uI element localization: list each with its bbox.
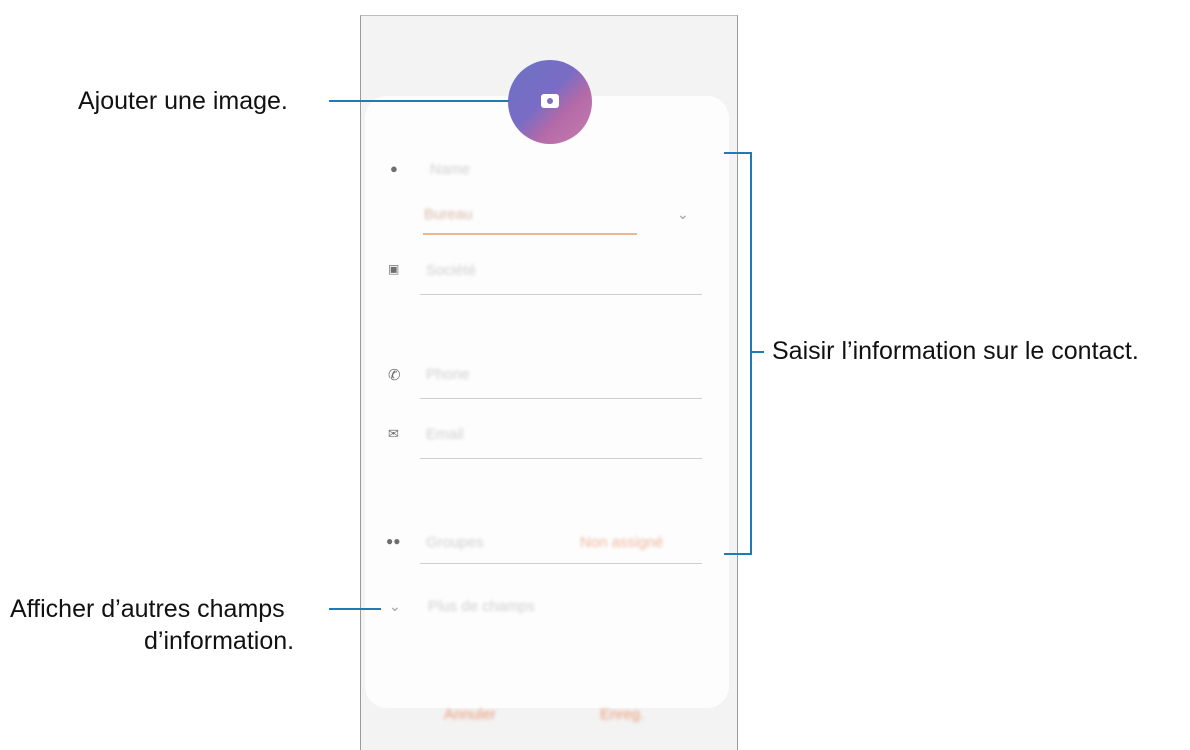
company-field[interactable]: Société [426, 262, 476, 279]
company-field-underline [420, 294, 702, 295]
add-image-button[interactable] [508, 60, 592, 144]
chevron-down-icon[interactable]: ⌄ [677, 206, 689, 223]
storage-select-value[interactable]: Bureau [424, 206, 472, 223]
bracket-vertical [750, 152, 752, 555]
callout-more-fields-line1: Afficher d’autres champs [10, 595, 285, 623]
callout-more-fields-line2: d’information. [144, 627, 295, 655]
email-icon: ✉ [388, 426, 399, 441]
bracket-bottom [724, 553, 752, 555]
email-field-underline [420, 458, 702, 459]
cancel-button[interactable]: Annuler [444, 706, 496, 723]
email-field[interactable]: Email [426, 426, 464, 443]
callout-more-fields-line [329, 608, 381, 610]
phone-icon: ✆ [388, 367, 401, 384]
callout-contact-info: Saisir l’information sur le contact. [772, 337, 1139, 365]
callout-add-image: Ajouter une image. [78, 87, 288, 115]
phone-field[interactable]: Phone [426, 366, 469, 383]
bracket-top [724, 152, 752, 154]
phone-field-underline [420, 398, 702, 399]
callout-add-image-line [329, 100, 509, 102]
name-field-underline [423, 233, 637, 235]
groups-icon: ●● [386, 534, 401, 548]
save-button[interactable]: Enreg. [600, 706, 644, 723]
camera-icon [541, 94, 559, 108]
company-icon: ▣ [388, 262, 400, 276]
groups-underline [420, 563, 702, 564]
name-field[interactable]: Name [430, 161, 470, 178]
bracket-leader [750, 351, 764, 353]
more-fields-link[interactable]: Plus de champs [428, 598, 535, 615]
groups-label[interactable]: Groupes [426, 534, 484, 551]
person-icon: ● [390, 161, 398, 176]
groups-action[interactable]: Non assigné [580, 534, 663, 551]
contact-form-card [365, 96, 729, 708]
expand-more-icon[interactable]: ⌄ [389, 598, 401, 615]
